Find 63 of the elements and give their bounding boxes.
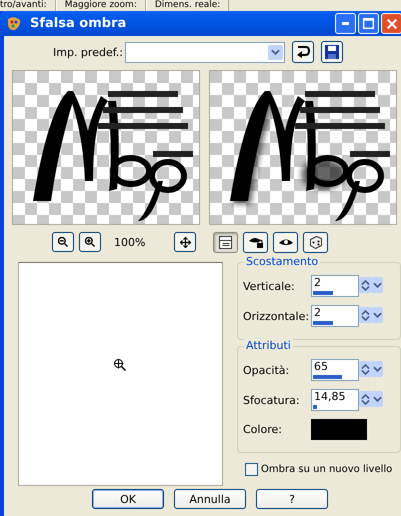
eye-lock-icon <box>248 236 262 248</box>
minimize-button[interactable] <box>335 13 356 34</box>
field-label: Colore: <box>243 423 283 436</box>
dialog-button[interactable]: ? <box>256 489 328 509</box>
window-title: Sfalsa ombra <box>30 16 128 31</box>
dropdown-button[interactable] <box>371 307 383 323</box>
checkbox[interactable] <box>245 463 258 476</box>
number-field[interactable]: 2 <box>311 275 359 297</box>
number-field[interactable]: 2 <box>311 305 359 327</box>
chevron-down-icon <box>372 366 382 372</box>
field-label: Orizzontale: <box>243 310 310 322</box>
up-down-icon <box>360 364 370 374</box>
number-field[interactable]: 14,85 <box>311 389 359 411</box>
zoom-in-icon <box>85 237 95 247</box>
chevron-down-icon <box>372 312 382 318</box>
zoom-out-button[interactable] <box>52 232 74 252</box>
chevron-down-icon <box>372 396 382 402</box>
spin-button[interactable] <box>359 307 371 323</box>
layout-toggle-button[interactable] <box>213 232 238 252</box>
field-label: Sfocatura: <box>243 394 301 406</box>
group-title: Scostamento <box>244 255 320 268</box>
minimize-icon <box>342 22 349 25</box>
return-arrow-icon <box>296 46 310 58</box>
up-down-icon <box>360 394 370 404</box>
chevron-down-icon <box>271 49 280 55</box>
dice-button[interactable] <box>303 232 328 252</box>
checkbox-label: Ombra su un nuovo livello <box>261 464 392 475</box>
close-icon <box>386 18 396 28</box>
close-button[interactable] <box>381 13 401 34</box>
spin-button[interactable] <box>359 361 371 377</box>
field-label: Verticale: <box>243 280 296 292</box>
spin-button[interactable] <box>359 277 371 293</box>
dropdown-button[interactable] <box>371 361 383 377</box>
palette-icon <box>6 16 22 32</box>
dice-icon <box>310 236 322 248</box>
reset-button[interactable] <box>292 41 314 63</box>
field-label: Opacità: <box>243 364 290 376</box>
group-title: Attributi <box>244 339 293 352</box>
preset-dropdown[interactable] <box>125 42 285 62</box>
preset-label: Imp. predef.: <box>52 46 123 58</box>
locked-eye-button[interactable] <box>243 232 268 252</box>
eye-button[interactable] <box>273 232 298 252</box>
up-down-icon <box>360 310 370 320</box>
pan-button[interactable] <box>174 232 196 252</box>
dropdown-button[interactable] <box>371 277 383 293</box>
maximize-icon <box>363 18 374 29</box>
dialog-button[interactable]: OK <box>92 489 164 509</box>
zoom-out-icon <box>58 237 68 247</box>
save-button[interactable] <box>321 41 343 63</box>
eye-icon <box>278 239 292 245</box>
zoom-level: 100% <box>113 236 146 248</box>
move-arrows-icon <box>180 236 190 248</box>
window-icon <box>219 236 232 248</box>
up-down-icon <box>360 280 370 290</box>
number-field[interactable]: 65 <box>311 359 359 381</box>
dropdown-button[interactable] <box>371 391 383 407</box>
chevron-down-icon <box>372 282 382 288</box>
spin-button[interactable] <box>359 391 371 407</box>
zoom-cursor-icon <box>114 359 126 371</box>
dialog-button[interactable]: Annulla <box>174 489 246 509</box>
color-swatch[interactable] <box>311 419 367 440</box>
zoom-in-button[interactable] <box>79 232 101 252</box>
maximize-button[interactable] <box>358 13 379 34</box>
